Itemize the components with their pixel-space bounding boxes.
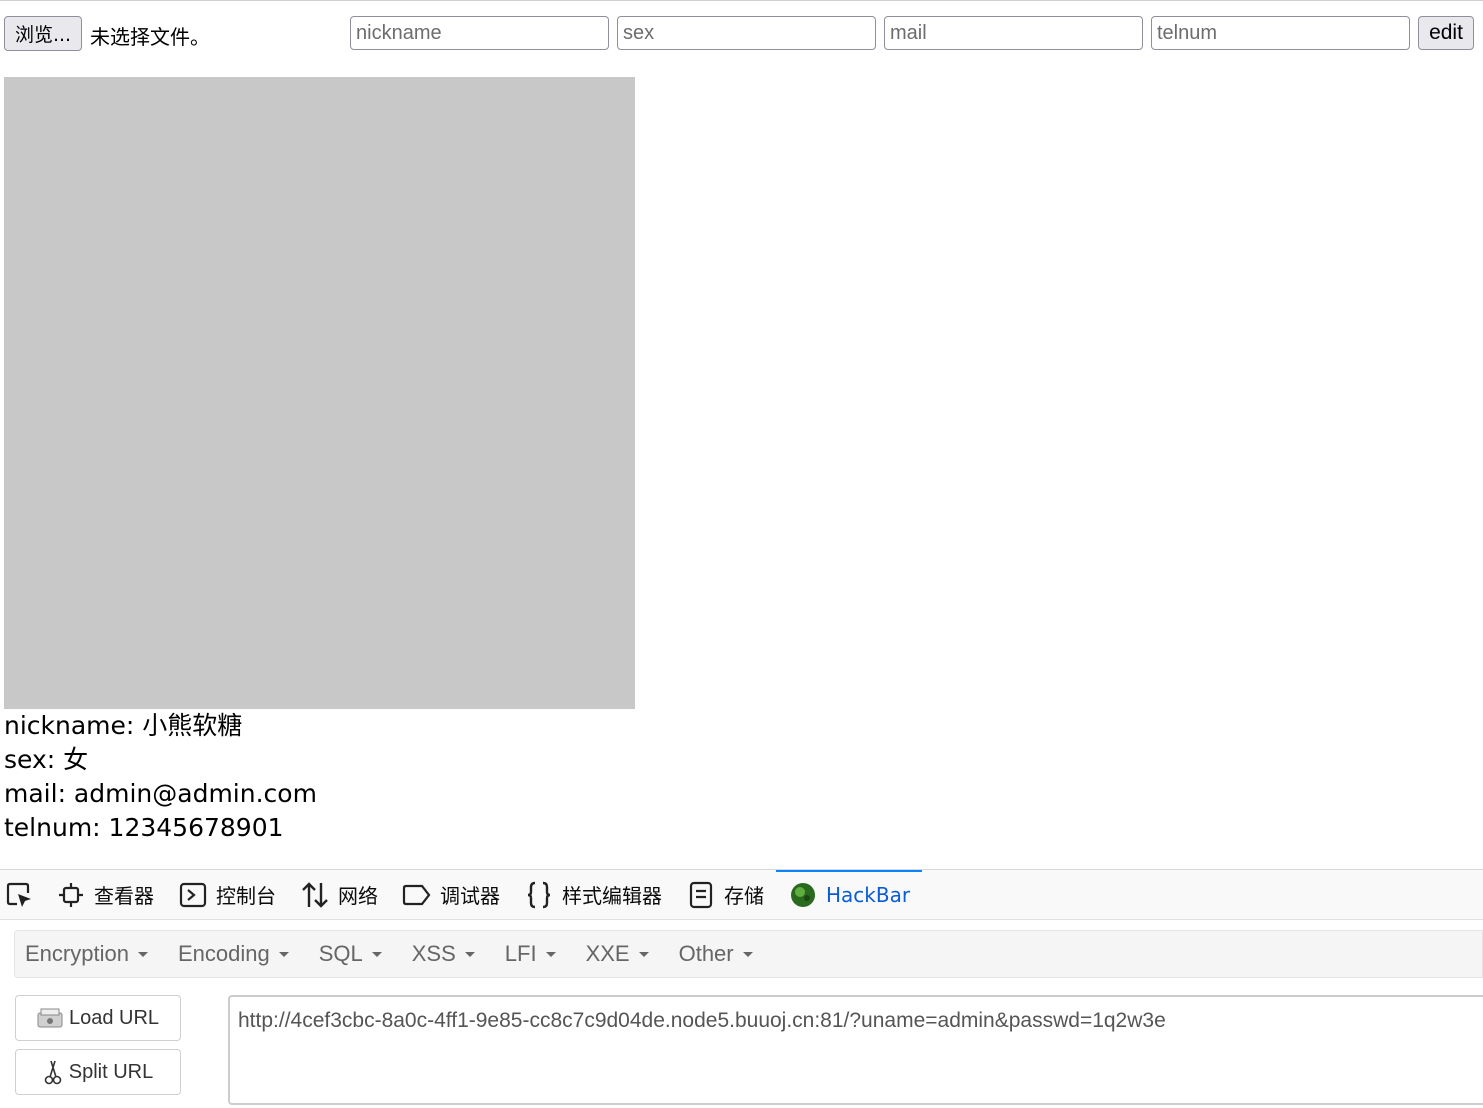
load-url-label: Load URL [68, 1006, 160, 1029]
debugger-icon [402, 883, 432, 907]
tab-inspector-label: 查看器 [94, 884, 154, 908]
tab-console[interactable]: 控制台 [166, 870, 288, 919]
menu-xxe-label: XXE [585, 941, 630, 966]
devtools-panel: 查看器 控制台 网络 调试器 样式编辑器 存储 HackBar Encrypti… [0, 869, 1483, 1108]
caret-down-icon [137, 951, 148, 957]
sex-text: sex: 女 [4, 745, 89, 774]
split-url-label: Split URL [68, 1060, 154, 1083]
tab-hackbar-label: HackBar [826, 882, 911, 907]
split-url-button[interactable]: Split URL [15, 1049, 181, 1095]
profile-info: nickname: 小熊软糖 sex: 女 mail: admin@admin.… [4, 709, 317, 845]
caret-down-icon [464, 951, 475, 957]
load-url-button[interactable]: Load URL [15, 995, 181, 1041]
caret-down-icon [278, 951, 289, 957]
storage-icon [686, 881, 716, 909]
mail-input[interactable] [884, 16, 1143, 50]
scissors-icon [43, 1059, 63, 1085]
telnum-text: telnum: 12345678901 [4, 813, 284, 842]
caret-down-icon [638, 951, 649, 957]
tab-inspector[interactable]: 查看器 [44, 870, 166, 919]
hackbar-logo-icon [788, 881, 818, 909]
menu-lfi-label: LFI [504, 941, 537, 966]
tab-debugger[interactable]: 调试器 [390, 870, 512, 919]
menu-encoding-label: Encoding [177, 941, 270, 966]
menu-other[interactable]: Other [679, 941, 753, 967]
avatar-photo [4, 77, 635, 709]
tab-style-editor-label: 样式编辑器 [562, 884, 662, 908]
sex-input[interactable] [617, 16, 876, 50]
edit-button[interactable]: edit [1418, 16, 1474, 50]
menu-xss-label: XSS [411, 941, 456, 966]
nickname-input[interactable] [350, 16, 609, 50]
tab-network-label: 网络 [338, 884, 378, 908]
menu-xss[interactable]: XSS [412, 941, 475, 967]
hackbar-menu: Encryption Encoding SQL XSS LFI XXE Othe… [14, 930, 1483, 978]
edit-profile-form: 浏览... 未选择文件。 edit [4, 15, 1483, 51]
profile-page: 浏览... 未选择文件。 edit nickname: 小熊软糖 sex: 女 … [0, 0, 1483, 870]
menu-sql[interactable]: SQL [319, 941, 382, 967]
tab-storage[interactable]: 存储 [674, 870, 776, 919]
url-textarea[interactable]: http://4cef3cbc-8a0c-4ff1-9e85-cc8c7c9d0… [228, 995, 1483, 1105]
devtools-toolbar: 查看器 控制台 网络 调试器 样式编辑器 存储 HackBar [0, 870, 1483, 920]
telnum-input[interactable] [1151, 16, 1410, 50]
caret-down-icon [545, 951, 556, 957]
menu-encryption[interactable]: Encryption [25, 941, 148, 967]
element-picker-icon [4, 881, 34, 909]
tab-debugger-label: 调试器 [440, 884, 500, 908]
console-icon [178, 882, 208, 908]
file-browse-button[interactable]: 浏览... [4, 16, 82, 51]
menu-lfi[interactable]: LFI [505, 941, 556, 967]
element-picker-button[interactable] [0, 870, 44, 919]
nickname-text: nickname: 小熊软糖 [4, 711, 243, 740]
braces-icon [524, 881, 554, 909]
tab-network[interactable]: 网络 [288, 870, 390, 919]
menu-encryption-label: Encryption [25, 941, 129, 966]
tab-style-editor[interactable]: 样式编辑器 [512, 870, 674, 919]
tab-console-label: 控制台 [216, 884, 276, 908]
caret-down-icon [371, 951, 382, 957]
tab-hackbar[interactable]: HackBar [776, 870, 923, 919]
menu-encoding[interactable]: Encoding [178, 941, 289, 967]
file-status-text: 未选择文件。 [90, 25, 210, 49]
network-arrows-icon [300, 881, 330, 909]
tab-storage-label: 存储 [724, 884, 764, 908]
menu-other-label: Other [678, 941, 734, 966]
mail-text: mail: admin@admin.com [4, 779, 317, 808]
load-url-icon [37, 1007, 63, 1029]
inspector-icon [56, 882, 86, 908]
caret-down-icon [742, 951, 753, 957]
menu-sql-label: SQL [318, 941, 363, 966]
menu-xxe[interactable]: XXE [586, 941, 649, 967]
